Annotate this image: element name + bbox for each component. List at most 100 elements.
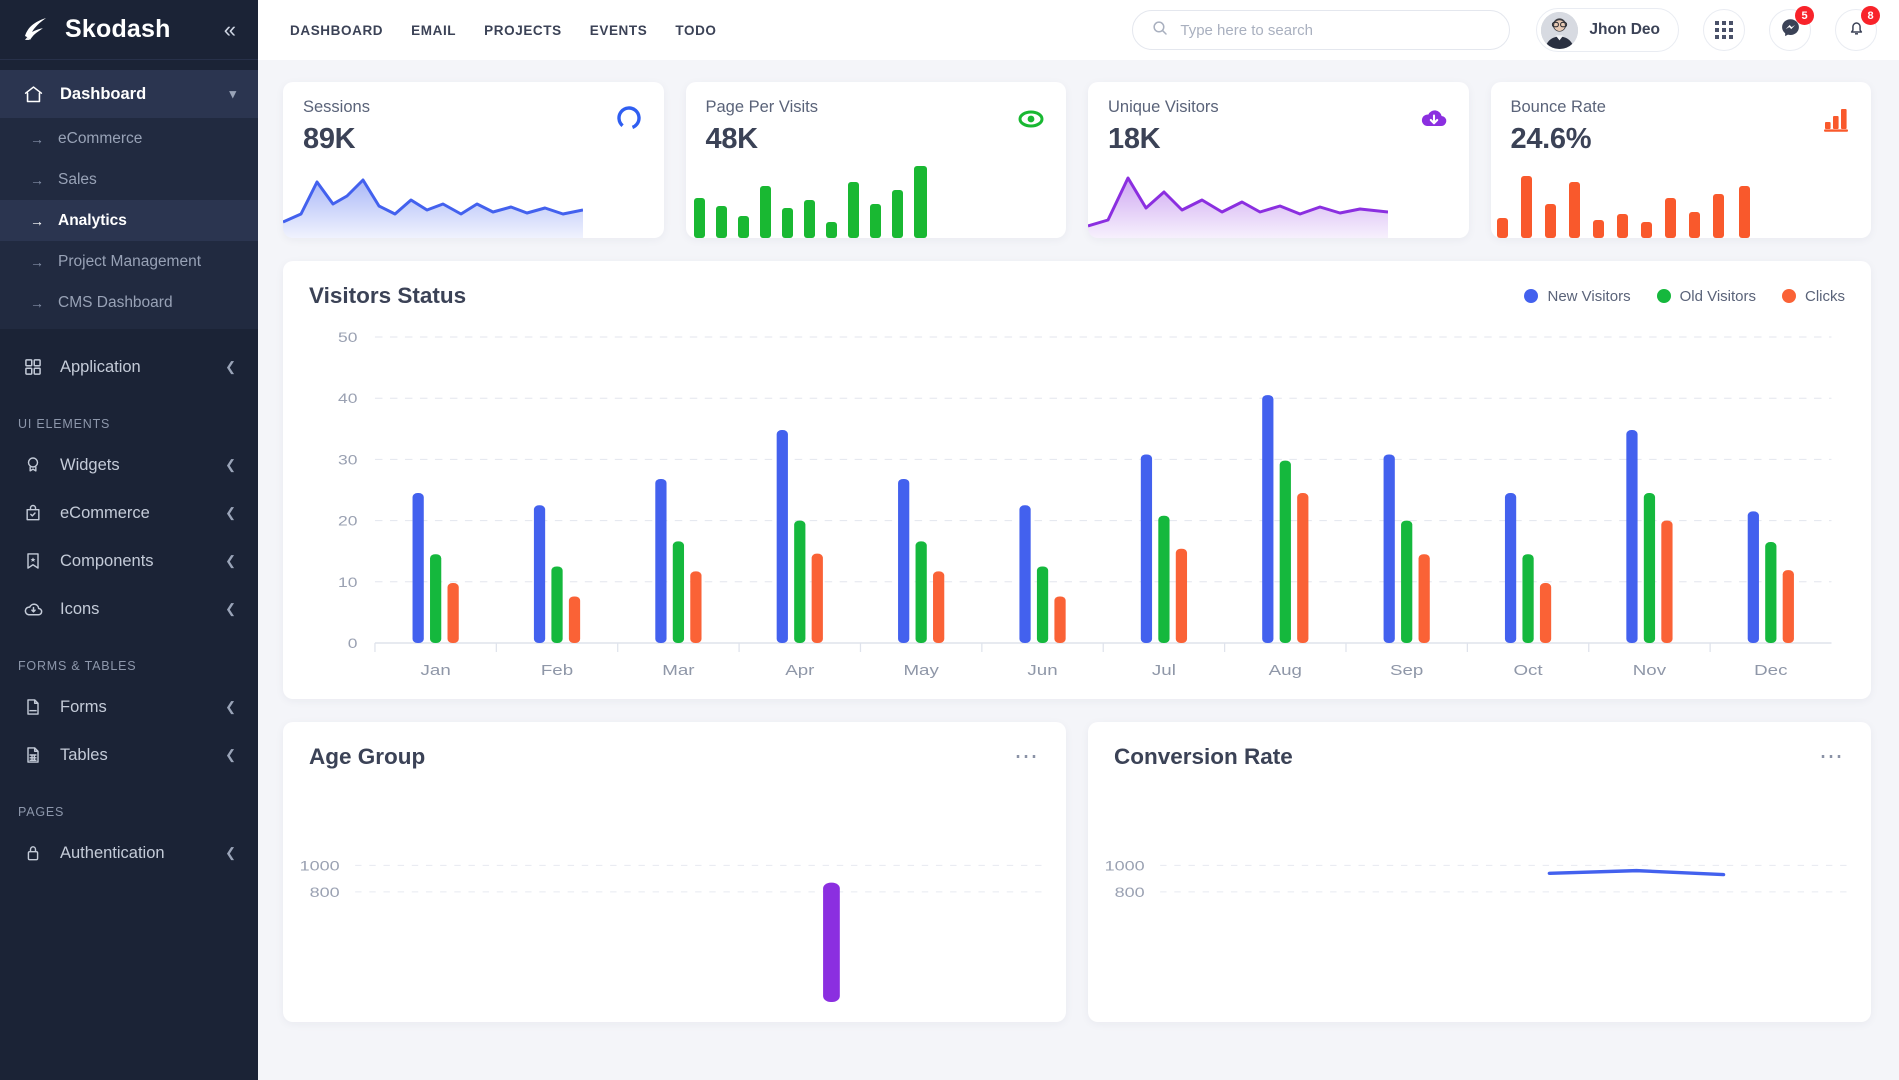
age-group-plot: 800 1000 — [300, 858, 1048, 1002]
sidebar-item-label: Forms — [60, 697, 107, 716]
chevron-left-icon: ❮ — [225, 359, 236, 374]
chevron-left-icon: ❮ — [225, 601, 236, 616]
svg-text:20: 20 — [338, 514, 358, 529]
sidebar-item-forms[interactable]: Forms ❮ — [0, 683, 258, 731]
arrow-right-icon: → — [30, 171, 44, 188]
sidebar-subitem-label: Project Management — [58, 252, 202, 270]
stat-label: Bounce Rate — [1510, 98, 1606, 116]
legend-item-old-visitors[interactable]: Old Visitors — [1656, 288, 1756, 305]
chart-legend: New Visitors Old Visitors Clicks — [1524, 288, 1845, 305]
sidebar-item-label: Tables — [60, 745, 108, 764]
sidebar-item-dashboard[interactable]: Dashboard ▾ — [0, 70, 258, 118]
svg-text:Nov: Nov — [1633, 662, 1667, 679]
notifications-button[interactable]: 8 — [1835, 6, 1880, 51]
chevron-down-icon: ▾ — [229, 86, 236, 101]
apps-grid-icon — [1715, 21, 1733, 39]
sidebar-subitem-label: Sales — [58, 170, 97, 188]
sidebar-sublist-dashboard: → eCommerce → Sales → Analytics → Projec… — [0, 118, 258, 329]
sidebar-item-label: Icons — [60, 599, 100, 618]
legend-item-new-visitors[interactable]: New Visitors — [1524, 288, 1631, 305]
brand-header: Skodash « — [0, 0, 258, 60]
stat-label: Sessions — [303, 98, 370, 116]
sidebar-item-icons[interactable]: Icons ❮ — [0, 585, 258, 633]
svg-text:1000: 1000 — [300, 858, 340, 874]
age-group-card: Age Group ⋯ 800 1000 — [283, 722, 1066, 1022]
sidebar-collapse-icon[interactable]: « — [220, 17, 240, 43]
unique-visitors-sparkline — [1088, 176, 1388, 238]
profile-button[interactable]: Jhon Deo — [1536, 8, 1679, 52]
messages-button[interactable]: 5 — [1769, 6, 1814, 51]
chevron-left-icon: ❮ — [225, 747, 236, 762]
visitors-status-plot: 0 10 20 30 40 50 Jan Feb Mar Apr May Jun Jul Aug Sep Oc… — [338, 331, 1832, 679]
sessions-sparkline — [283, 178, 583, 238]
legend-item-clicks[interactable]: Clicks — [1782, 288, 1845, 305]
sidebar-subitem-sales[interactable]: → Sales — [0, 159, 258, 200]
bookmark-star-icon — [22, 550, 44, 572]
home-icon — [22, 83, 44, 105]
svg-text:40: 40 — [338, 392, 358, 407]
conversion-rate-header: Conversion Rate ⋯ — [1088, 722, 1871, 770]
svg-text:Aug: Aug — [1269, 662, 1302, 679]
sidebar-item-label: Application — [60, 357, 141, 376]
sidebar-subitem-label: Analytics — [58, 211, 127, 229]
profile-name: Jhon Deo — [1589, 21, 1660, 38]
notifications-badge: 8 — [1861, 6, 1880, 25]
sidebar-item-ecommerce[interactable]: eCommerce ❮ — [0, 489, 258, 537]
sidebar-subitem-cms-dashboard[interactable]: → CMS Dashboard — [0, 282, 258, 323]
sidebar-section-forms-tables: FORMS & TABLES — [18, 659, 137, 673]
apps-grid-button[interactable] — [1703, 9, 1745, 51]
sidebar-subitem-analytics[interactable]: → Analytics — [0, 200, 258, 241]
stat-card-page-per-visits: Page Per Visits 48K — [685, 82, 1067, 238]
svg-text:Sep: Sep — [1390, 662, 1423, 679]
ellipsis-icon[interactable]: ⋯ — [1819, 745, 1845, 769]
chevron-left-icon: ❮ — [225, 553, 236, 568]
legend-dot — [1524, 289, 1539, 303]
svg-text:Jul: Jul — [1152, 662, 1176, 679]
sidebar-item-authentication[interactable]: Authentication ❮ — [0, 829, 258, 877]
topnav-email[interactable]: EMAIL — [411, 23, 456, 38]
stat-card-unique-visitors: Unique Visitors 18K — [1088, 82, 1469, 238]
conversion-rate-plot: 800 1000 — [1105, 858, 1853, 900]
svg-text:10: 10 — [338, 575, 358, 590]
shopping-bag-icon — [22, 502, 44, 524]
visitors-status-chart: 0 10 20 30 40 50 Jan Feb Mar Apr May Jun Jul Aug Sep Oc… — [283, 309, 1871, 699]
age-group-title: Age Group — [309, 744, 426, 769]
chevron-left-icon: ❮ — [225, 845, 236, 860]
topbar: DASHBOARD EMAIL PROJECTS EVENTS TODO Typ… — [258, 0, 1899, 60]
topnav-events[interactable]: EVENTS — [590, 23, 648, 38]
visitors-status-card: Visitors Status New Visitors Old Visitor… — [283, 261, 1871, 699]
topnav-projects[interactable]: PROJECTS — [484, 23, 562, 38]
sidebar-item-label: eCommerce — [60, 503, 150, 522]
stat-head: Page Per Visits 48K — [686, 82, 1067, 156]
ellipsis-icon[interactable]: ⋯ — [1014, 745, 1040, 769]
conversion-rate-title: Conversion Rate — [1114, 744, 1293, 769]
stat-value: 89K — [303, 123, 356, 155]
cloud-download-icon — [22, 598, 44, 620]
chevron-left-icon: ❮ — [225, 457, 236, 472]
topnav-todo[interactable]: TODO — [675, 23, 716, 38]
circle-ring-icon — [614, 104, 644, 134]
stat-cards-row: Sessions 89K Page Per Visits 48K Unique … — [283, 82, 1871, 238]
sidebar-item-label: Dashboard — [60, 84, 147, 103]
topnav-dashboard[interactable]: DASHBOARD — [290, 23, 383, 38]
sidebar-group-dashboard: Dashboard ▾ → eCommerce → Sales → Analyt… — [0, 70, 258, 329]
svg-text:Apr: Apr — [785, 662, 815, 679]
messages-badge: 5 — [1795, 6, 1814, 25]
chevron-left-icon: ❮ — [225, 505, 236, 520]
search-box[interactable] — [1132, 10, 1511, 50]
stat-value: 24.6% — [1510, 123, 1592, 155]
sidebar-item-tables[interactable]: Tables ❮ — [0, 731, 258, 779]
svg-text:30: 30 — [338, 453, 358, 468]
search-input[interactable] — [1180, 21, 1492, 39]
stat-value: 18K — [1108, 123, 1161, 155]
lock-icon — [22, 842, 44, 864]
stat-value: 48K — [705, 123, 759, 155]
sidebar-subitem-project-management[interactable]: → Project Management — [0, 241, 258, 282]
sidebar-item-widgets[interactable]: Widgets ❮ — [0, 441, 258, 489]
sidebar-item-application[interactable]: Application ❮ — [0, 343, 258, 391]
avatar — [1541, 11, 1579, 49]
sidebar-subitem-ecommerce[interactable]: → eCommerce — [0, 118, 258, 159]
sidebar-item-label: Authentication — [60, 843, 165, 862]
sidebar-item-components[interactable]: Components ❮ — [0, 537, 258, 585]
cloud-download-icon — [1419, 104, 1449, 134]
